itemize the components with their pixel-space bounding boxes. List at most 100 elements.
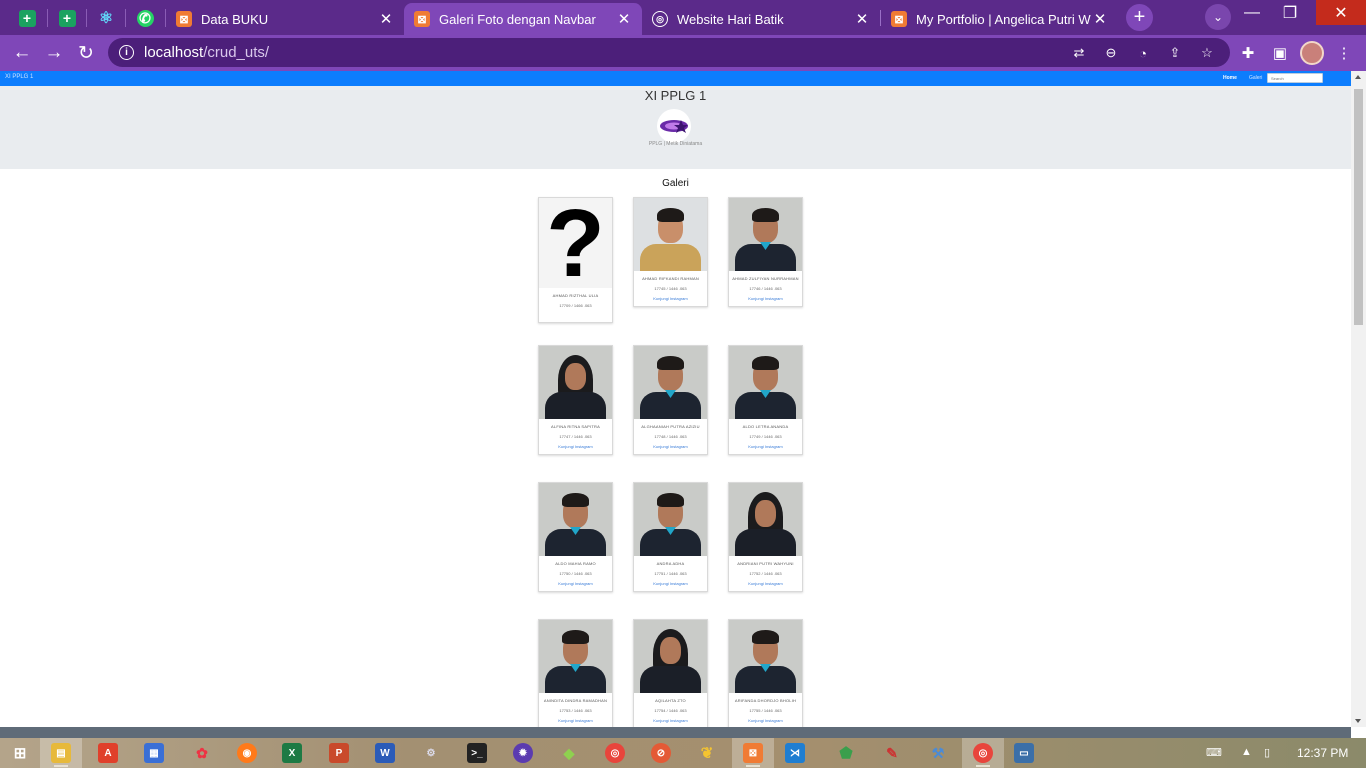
bookmark-star-icon[interactable]: ☆ [1198, 44, 1216, 62]
student-card: ALDO MAHIA RAMO 17750 / 1446 .063 Kunjungi… [538, 482, 613, 592]
scroll-up-arrow[interactable] [1355, 75, 1361, 79]
react-icon: ⚛ [98, 10, 114, 27]
tab-galeri-foto[interactable]: ⊠ Galeri Foto dengan Navbar ✕ [404, 3, 642, 35]
battery-icon[interactable]: ▯ [1264, 746, 1270, 759]
student-nis: 17745 / 1446 .063 [654, 286, 687, 291]
scroll-down-arrow[interactable] [1355, 719, 1361, 723]
forward-icon[interactable]: → [40, 39, 68, 67]
tab-data-buku[interactable]: ⊠ Data BUKU ✕ [166, 3, 404, 35]
xampp-taskbar-icon[interactable]: ⊠ [743, 743, 763, 767]
python-icon[interactable]: ⚒ [928, 743, 948, 763]
paint-icon[interactable]: ▦ [144, 743, 164, 763]
profile-avatar[interactable] [1300, 41, 1324, 65]
instagram-link[interactable]: Kunjungi Instagram [634, 581, 707, 586]
page-scrollbar[interactable] [1351, 71, 1366, 727]
minimize-icon[interactable]: — [1234, 0, 1270, 25]
share-icon[interactable]: ⇪ [1166, 44, 1184, 62]
student-photo [539, 483, 612, 556]
url-text: localhost/crud_uts/ [144, 44, 269, 61]
reload-icon[interactable]: ↻ [72, 39, 100, 67]
student-nis: 17747 / 1446 .063 [559, 434, 592, 439]
student-name: AHMAD RIFKANDI RAHMAN [642, 276, 699, 281]
app-icon[interactable]: ❦ [697, 743, 717, 763]
taskbar-clock[interactable]: 12:37 PM [1297, 746, 1348, 760]
url-host: localhost [144, 44, 204, 61]
powerpoint-icon[interactable]: P [329, 743, 349, 763]
instagram-link[interactable]: Kunjungi Instagram [634, 718, 707, 723]
pinned-tab-react[interactable]: ⚛ [86, 5, 126, 31]
photo-hair [562, 630, 589, 644]
translate-icon[interactable]: ⇄ [1070, 44, 1088, 62]
git-icon[interactable]: ◆ [559, 743, 579, 763]
card-spacer [539, 308, 612, 322]
side-panel-icon[interactable]: ▣ [1268, 41, 1292, 65]
nav-link-galeri[interactable]: Galeri [1249, 75, 1262, 81]
instagram-link[interactable]: Kunjungi Instagram [729, 296, 802, 301]
chrome-icon[interactable]: ◎ [605, 743, 625, 763]
student-name: AHMAD RIZTHAL ULIA [552, 293, 599, 298]
xampp-control-icon[interactable]: ✿ [192, 743, 212, 763]
photo-body [735, 529, 796, 556]
instagram-link[interactable]: Kunjungi Instagram [539, 581, 612, 586]
student-card: ALGHAANIAH PUTRA AZIZIU 17748 / 1446 .063… [633, 345, 708, 455]
instagram-link[interactable]: Kunjungi Instagram [729, 581, 802, 586]
student-name: ALGHAANIAH PUTRA AZIZIU [641, 424, 700, 429]
scroll-thumb[interactable] [1354, 89, 1363, 325]
firefox-icon[interactable]: ◉ [237, 743, 257, 763]
close-icon[interactable]: ✕ [616, 11, 632, 28]
instagram-link[interactable]: Kunjungi Instagram [634, 296, 707, 301]
close-icon[interactable]: ✕ [1092, 11, 1108, 28]
pinned-tab-sheets-1[interactable]: + [7, 5, 47, 31]
student-name: ALDO LETRA ANANDA [742, 424, 789, 429]
performance-icon[interactable]: ◔ [1134, 44, 1152, 62]
zoom-out-icon[interactable]: ⊖ [1102, 44, 1120, 62]
photo-hair [752, 356, 779, 370]
back-icon[interactable]: ← [8, 39, 36, 67]
address-bar[interactable]: i localhost/crud_uts/ ⇄ ⊖ ◔ ⇪ ☆ [108, 38, 1230, 67]
terminal-icon[interactable]: >_ [467, 743, 487, 763]
instagram-link[interactable]: Kunjungi Instagram [539, 718, 612, 723]
instagram-link[interactable]: Kunjungi Instagram [729, 444, 802, 449]
excel-icon[interactable]: X [282, 743, 302, 763]
student-card: ALDO LETRA ANANDA 17749 / 1446 .063 Kunjun… [728, 345, 803, 455]
app-icon[interactable]: ✎ [882, 743, 902, 763]
tab-my-portfolio[interactable]: ⊠ My Portfolio | Angelica Putri W ✕ [881, 3, 1118, 35]
instagram-link[interactable]: Kunjungi Instagram [539, 444, 612, 449]
pinned-tab-sheets-2[interactable]: + [47, 5, 87, 31]
file-explorer-icon[interactable]: ▤ [51, 743, 71, 767]
new-tab-button[interactable]: + [1126, 4, 1153, 31]
window-close-icon[interactable]: ✕ [1316, 0, 1366, 25]
word-icon[interactable]: W [375, 743, 395, 763]
close-icon[interactable]: ✕ [378, 11, 394, 28]
instagram-link[interactable]: Kunjungi Instagram [634, 444, 707, 449]
chrome-active-icon[interactable]: ◎ [973, 743, 993, 767]
photo-face [755, 500, 776, 527]
navbar-brand[interactable]: XI PPLG 1 [5, 74, 33, 80]
keyboard-icon[interactable]: ⌨ [1206, 746, 1222, 759]
photo-hair [752, 208, 779, 222]
vscode-icon[interactable]: ⋊ [785, 743, 805, 763]
tab-title: Galeri Foto dengan Navbar [439, 11, 596, 27]
tab-search-button[interactable]: ⌄ [1205, 4, 1231, 30]
browser-icon[interactable]: ⊘ [651, 743, 671, 763]
restore-icon[interactable]: ❐ [1272, 0, 1308, 25]
photo-face [565, 363, 586, 390]
acrobat-icon[interactable]: A [98, 743, 118, 763]
search-input[interactable] [1267, 73, 1323, 83]
pinned-tab-whatsapp[interactable]: ✆ [125, 5, 165, 31]
site-info-icon[interactable]: i [119, 45, 134, 60]
nav-link-home[interactable]: Home [1223, 75, 1237, 81]
instagram-link[interactable]: Kunjungi Instagram [729, 718, 802, 723]
extensions-icon[interactable]: ✚ [1236, 41, 1260, 65]
student-name: AQILAHTA ZTO [655, 698, 686, 703]
tray-chevron-icon[interactable]: ▲ [1241, 746, 1252, 758]
tab-website-hari-batik[interactable]: ◎ Website Hari Batik ✕ [642, 3, 880, 35]
window-app-icon[interactable]: ▭ [1014, 743, 1034, 763]
close-icon[interactable]: ✕ [854, 11, 870, 28]
logo-graphic [660, 120, 688, 133]
app-icon[interactable]: ⬟ [836, 743, 856, 763]
menu-kebab-icon[interactable]: ⋮ [1332, 41, 1356, 65]
windows-start-icon[interactable]: ⊞ [10, 743, 30, 763]
settings-icon[interactable]: ✹ [513, 743, 533, 763]
network-icon[interactable]: ⚙ [421, 743, 441, 763]
